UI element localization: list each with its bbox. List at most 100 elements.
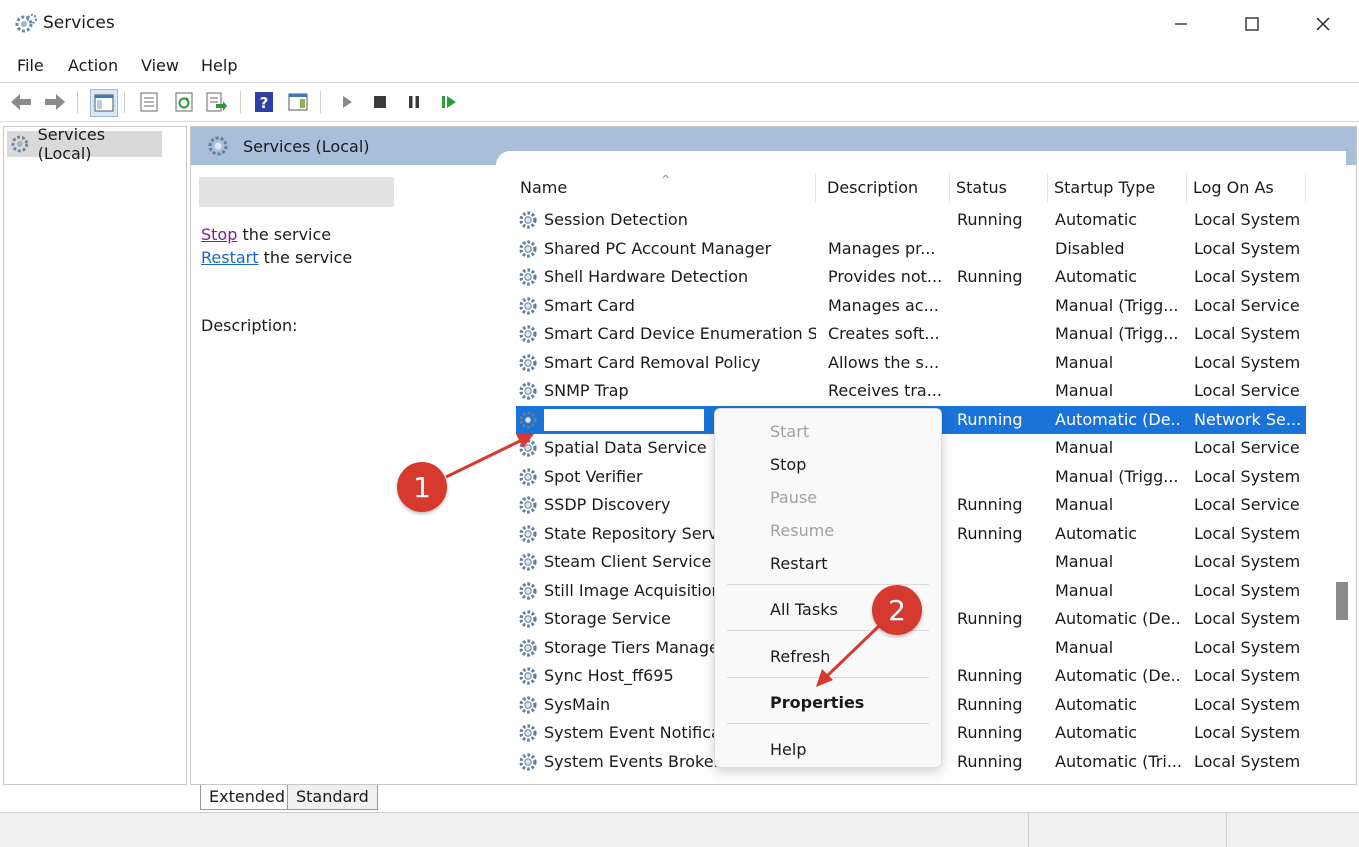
context-menu-resume[interactable]: Resume	[770, 521, 834, 540]
table-row[interactable]: Session Detection Running Automatic Local S…	[516, 206, 1306, 235]
close-button[interactable]	[1288, 0, 1358, 48]
tree-node-services-local[interactable]: Services (Local)	[7, 125, 162, 163]
tab-standard[interactable]: Standard	[287, 785, 378, 810]
service-startup-type-cell: Manual (Trigg...	[1055, 295, 1179, 315]
service-startup-type-cell: Manual	[1055, 495, 1114, 514]
context-menu-restart[interactable]: Restart	[770, 554, 828, 573]
service-status-cell: Running	[957, 751, 1023, 771]
service-log-on-as-cell: Local System	[1194, 751, 1301, 771]
column-header-description[interactable]: Description	[823, 173, 950, 203]
tab-extended[interactable]: Extended	[200, 785, 294, 810]
column-headers: ^ Name Description Status Startup Type L…	[516, 173, 1316, 203]
service-gear-icon	[517, 323, 539, 345]
service-log-on-as-cell: Local System	[1194, 694, 1301, 714]
context-menu-stop[interactable]: Stop	[770, 455, 806, 474]
context-menu-properties[interactable]: Properties	[770, 693, 864, 712]
service-gear-icon	[517, 238, 539, 260]
table-row[interactable]: Smart Card Device Enumeration S... Create…	[516, 320, 1306, 349]
service-log-on-as-cell: Local Service	[1194, 381, 1300, 400]
menu-file[interactable]: File	[17, 56, 44, 75]
context-menu-separator	[727, 677, 929, 678]
service-description-cell: Allows the s...	[828, 352, 940, 372]
maximize-button[interactable]	[1217, 0, 1287, 48]
service-gear-icon	[517, 637, 539, 659]
table-row[interactable]: Smart Card Removal Policy Allows the s...…	[516, 349, 1306, 378]
minimize-icon	[1175, 23, 1187, 25]
service-description-cell	[828, 206, 946, 235]
refresh-toolbar-button[interactable]	[171, 89, 197, 115]
back-button[interactable]	[8, 89, 34, 115]
column-header-status[interactable]: Status	[952, 173, 1048, 203]
service-startup-type-cell: Manual	[1055, 637, 1114, 657]
sort-ascending-icon: ^	[661, 173, 671, 186]
service-log-on-as-cell: Local System	[1194, 580, 1301, 600]
vertical-scrollbar[interactable]	[1331, 167, 1351, 779]
column-header-name[interactable]: ^ Name	[516, 173, 816, 203]
service-gear-icon	[517, 209, 539, 231]
context-menu-help[interactable]: Help	[770, 740, 806, 759]
refresh-icon	[175, 92, 193, 112]
minimize-button[interactable]	[1146, 0, 1216, 48]
menu-action[interactable]: Action	[68, 56, 118, 75]
export-list-button[interactable]	[204, 89, 230, 115]
annotation-badge-2: 2	[872, 585, 922, 635]
services-gear-icon	[15, 14, 37, 33]
service-gear-icon	[517, 523, 539, 545]
column-header-startup-type[interactable]: Startup Type	[1050, 173, 1187, 203]
service-log-on-as-cell: Local System	[1194, 723, 1301, 742]
restart-service-link[interactable]: Restart	[201, 248, 259, 267]
service-status-cell: Running	[957, 666, 1023, 685]
service-gear-icon	[517, 580, 539, 602]
stop-service-button[interactable]	[367, 89, 393, 115]
service-name-cell: Shared PC Account Manager	[544, 238, 772, 258]
menu-help[interactable]: Help	[201, 56, 237, 75]
menu-view[interactable]: View	[141, 56, 179, 75]
context-menu-pause[interactable]: Pause	[770, 488, 817, 507]
service-startup-type-cell: Automatic	[1055, 523, 1138, 543]
context-menu-start[interactable]: Start	[770, 422, 809, 441]
service-log-on-as-cell: Local System	[1194, 666, 1301, 685]
table-row[interactable]: Shell Hardware Detection Provides not... R…	[516, 263, 1306, 292]
service-gear-icon	[517, 722, 539, 744]
console-tree: Services (Local)	[3, 125, 187, 785]
menu-bar: File Action View Help	[0, 48, 1359, 83]
table-row[interactable]: SNMP Trap Receives tra... Manual Local Serv…	[516, 377, 1306, 406]
context-menu-refresh[interactable]: Refresh	[770, 647, 830, 666]
table-row[interactable]: Shared PC Account Manager Manages pr... Di…	[516, 235, 1306, 264]
service-status-cell	[957, 548, 1047, 577]
help-toolbar-button[interactable]: ?	[251, 89, 277, 115]
service-gear-icon	[517, 751, 539, 773]
service-status-cell	[957, 634, 1047, 663]
restart-service-button[interactable]	[436, 89, 462, 115]
service-startup-type-cell: Manual	[1055, 552, 1114, 571]
service-gear-icon	[517, 694, 539, 716]
service-gear-icon	[517, 266, 539, 288]
stop-action-line: Stop the service	[201, 225, 331, 244]
context-menu-separator	[727, 723, 929, 724]
stop-service-link[interactable]: Stop	[201, 225, 237, 244]
service-log-on-as-cell: Local System	[1194, 210, 1301, 229]
scrollbar-thumb[interactable]	[1336, 582, 1348, 620]
service-startup-type-cell: Manual	[1055, 580, 1114, 600]
forward-button[interactable]	[42, 89, 68, 115]
forward-arrow-icon	[45, 94, 65, 110]
show-hide-console-tree-button[interactable]	[90, 89, 118, 117]
table-row[interactable]: Smart Card Manages ac... Manual (Trigg... L…	[516, 292, 1306, 321]
service-log-on-as-cell: Local System	[1194, 324, 1301, 343]
services-gear-icon	[11, 135, 29, 153]
service-status-cell: Running	[957, 495, 1023, 514]
column-header-log-on-as[interactable]: Log On As	[1189, 173, 1306, 203]
service-status-cell	[957, 577, 1047, 606]
service-name-cell: SNMP Trap	[544, 381, 629, 400]
pause-service-button[interactable]	[401, 89, 427, 115]
service-log-on-as-cell: Local System	[1194, 552, 1301, 571]
toolbar: ?	[0, 83, 1359, 122]
service-log-on-as-cell: Network Se...	[1194, 409, 1302, 429]
service-startup-type-cell: Automatic (Tri...	[1055, 751, 1182, 771]
properties-toolbar-button[interactable]	[136, 89, 162, 115]
service-log-on-as-cell: Local Service	[1194, 295, 1300, 315]
start-service-button[interactable]	[334, 89, 360, 115]
context-menu-all-tasks[interactable]: All Tasks	[770, 600, 838, 619]
show-hide-action-pane-button[interactable]	[285, 89, 311, 115]
annotation-badge-1: 1	[397, 462, 447, 512]
